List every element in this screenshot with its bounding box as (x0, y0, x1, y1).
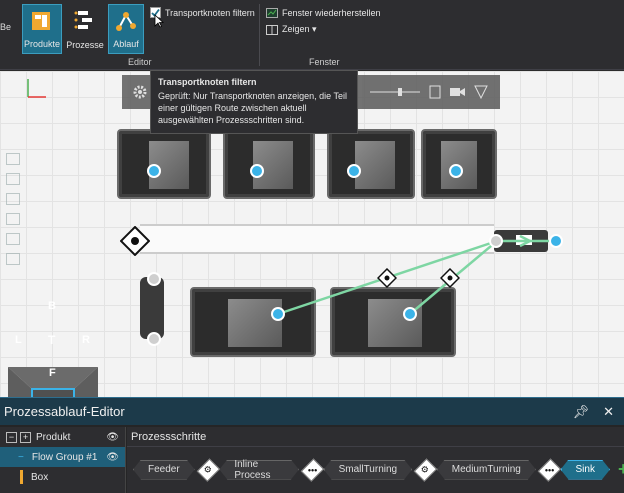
checkbox-label: Transportknoten filtern (165, 7, 255, 18)
robot-diamond-icon[interactable] (120, 226, 150, 256)
compass-bottom[interactable]: F (49, 367, 56, 379)
step-inline-process[interactable]: Inline Process (219, 460, 299, 480)
collapse-icon[interactable]: − (18, 452, 24, 463)
ablauf-label: Ablauf (113, 39, 139, 49)
compass-left[interactable]: L (15, 334, 22, 346)
pin-icon[interactable]: 📌︎ (573, 404, 590, 420)
box-color-marker (20, 470, 23, 484)
tree-item-box[interactable]: Box (0, 467, 125, 487)
group-label-fenster: Fenster (309, 57, 340, 67)
conveyor-diamond-icon[interactable]: ••• (300, 457, 324, 482)
app-window: Be Produkte Prozesse Ablauf Transportkno… (0, 0, 624, 493)
compass-right[interactable]: R (82, 334, 90, 346)
ablauf-button[interactable]: Ablauf (108, 4, 144, 54)
tooltip: Transportknoten filtern Geprüft: Nur Tra… (150, 70, 358, 134)
expand-all-icon[interactable]: + (20, 431, 31, 443)
step-chain: Feeder ⚙ Inline Process ••• SmallTurning… (133, 457, 624, 482)
process-node[interactable] (250, 164, 264, 178)
robot-diamond-icon[interactable] (377, 268, 397, 288)
tooltip-body: Geprüft: Nur Transportknoten anzeigen, d… (158, 91, 347, 125)
tree-item-flow-group[interactable]: − Flow Group #1 👁︎ (0, 447, 125, 467)
ribbon: Be Produkte Prozesse Ablauf Transportkno… (0, 0, 624, 70)
eye-icon[interactable]: 👁︎ (106, 452, 119, 463)
robot-diamond-icon[interactable]: ⚙ (196, 457, 220, 482)
group-label-editor: Editor (128, 57, 152, 67)
tree-header: − + Produkt 👁︎ (0, 427, 125, 447)
prozesse-icon (74, 11, 92, 29)
robot-diamond-icon[interactable]: ⚙ (413, 457, 437, 482)
process-node[interactable] (403, 307, 417, 321)
fenster-restore-label: Fenster wiederherstellen (282, 8, 381, 18)
step-medium-turning[interactable]: MediumTurning (437, 460, 536, 480)
compass-top[interactable]: B (48, 300, 56, 312)
collapse-all-icon[interactable]: − (6, 431, 17, 443)
window-layout-icon (266, 24, 278, 35)
ribbon-left-stub: Be (0, 22, 12, 32)
fenster-wiederherstellen-button[interactable]: Fenster wiederherstellen (266, 8, 381, 18)
process-steps: Prozessschritte Feeder ⚙ Inline Process … (127, 427, 624, 493)
step-small-turning[interactable]: SmallTurning (324, 460, 413, 480)
add-step-icon[interactable]: + (618, 459, 624, 480)
transport-node[interactable] (489, 234, 503, 248)
tooltip-title: Transportknoten filtern (158, 77, 257, 87)
window-restore-icon (266, 8, 278, 18)
ribbon-separator (259, 4, 260, 66)
tree-header-label: Produkt (36, 431, 71, 443)
process-node[interactable] (549, 234, 563, 248)
eye-icon[interactable]: 👁︎ (106, 432, 119, 443)
transportknoten-filter-checkbox[interactable]: Transportknoten filtern (150, 7, 255, 18)
product-tree: − + Produkt 👁︎ − Flow Group #1 👁︎ Box (0, 427, 126, 493)
step-sink[interactable]: Sink (561, 460, 610, 480)
steps-header: Prozessschritte (127, 427, 624, 447)
zeigen-dropdown[interactable]: Zeigen ▾ (266, 24, 317, 35)
ablauf-icon (116, 12, 136, 31)
step-feeder[interactable]: Feeder (133, 460, 195, 480)
produkte-icon (32, 12, 50, 30)
conveyor-diamond-icon[interactable]: ••• (537, 457, 561, 482)
prozesse-button[interactable]: Prozesse (66, 4, 104, 54)
process-node[interactable] (347, 164, 361, 178)
process-flow-editor-panel: Prozessablauf-Editor 📌︎ ✕ − + Produkt 👁︎… (0, 397, 624, 493)
produkte-label: Produkte (23, 39, 61, 49)
tree-item-label: Box (31, 471, 49, 483)
transport-node[interactable] (147, 332, 161, 346)
compass-center[interactable]: T (48, 333, 55, 347)
tree-item-label: Flow Group #1 (31, 451, 98, 463)
zeigen-label: Zeigen ▾ (282, 24, 317, 34)
process-node[interactable] (147, 164, 161, 178)
produkte-button[interactable]: Produkte (22, 4, 62, 54)
panel-title-bar: Prozessablauf-Editor 📌︎ ✕ (0, 397, 624, 425)
cursor-icon (154, 14, 164, 28)
close-icon[interactable]: ✕ (603, 404, 614, 420)
process-node[interactable] (271, 307, 285, 321)
prozesse-label: Prozesse (66, 40, 104, 50)
robot-diamond-icon[interactable] (440, 268, 460, 288)
transport-node[interactable] (147, 272, 161, 286)
process-node[interactable] (449, 164, 463, 178)
panel-title: Prozessablauf-Editor (4, 404, 125, 419)
